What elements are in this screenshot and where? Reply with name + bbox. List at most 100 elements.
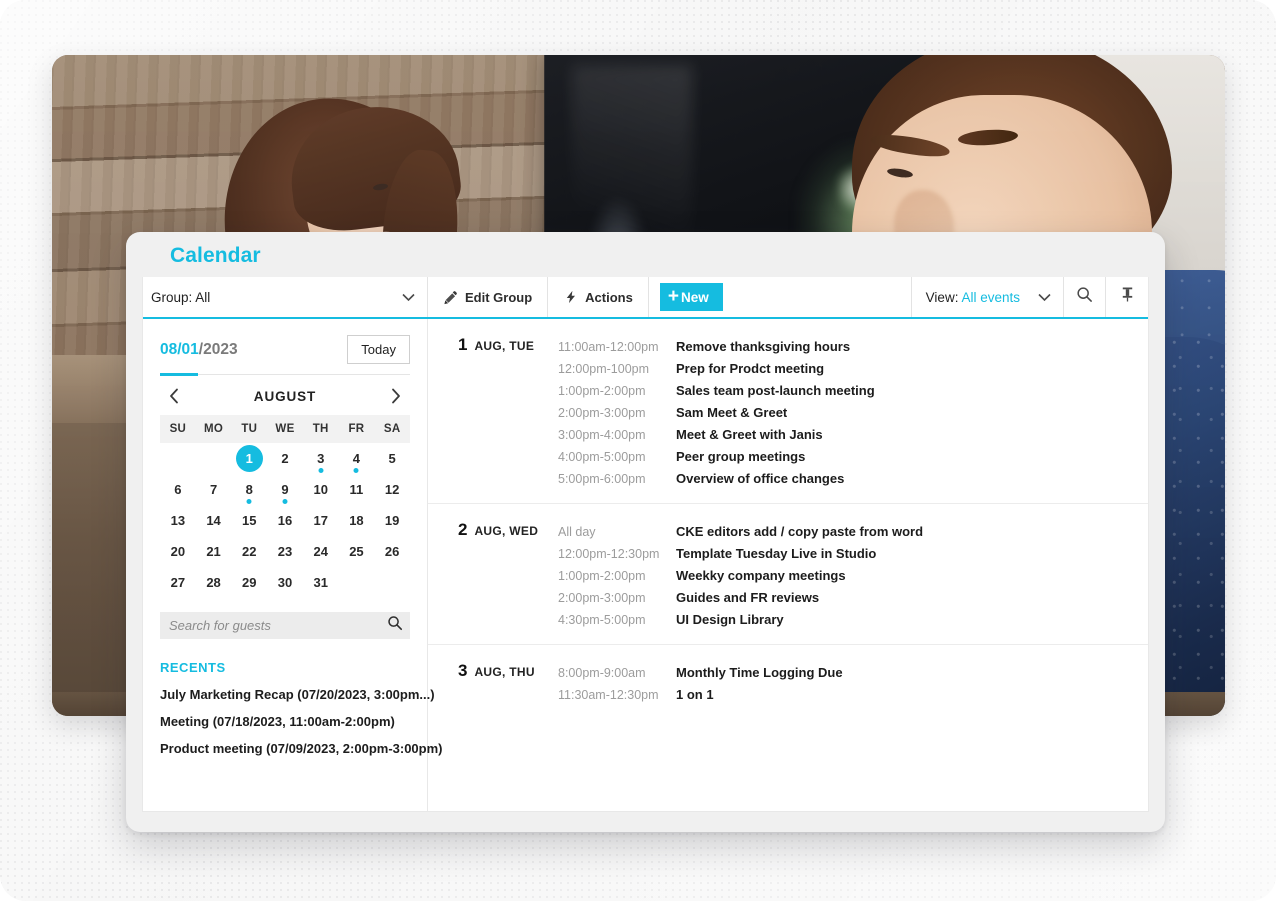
calendar-day-15[interactable]: 15 bbox=[231, 505, 267, 536]
calendar-day-number: 31 bbox=[313, 575, 328, 590]
calendar-day-7[interactable]: 7 bbox=[196, 474, 232, 505]
calendar-day-number: 16 bbox=[277, 513, 293, 528]
calendar-day-23[interactable]: 23 bbox=[267, 536, 303, 567]
event-row[interactable]: All day CKE editors add / copy paste from… bbox=[558, 520, 1148, 542]
toolbar-search-button[interactable] bbox=[1064, 277, 1106, 317]
actions-label: Actions bbox=[585, 289, 633, 305]
group-filter-dropdown[interactable]: Group: All bbox=[143, 277, 428, 317]
today-button[interactable]: Today bbox=[347, 335, 410, 364]
calendar-day-16[interactable]: 16 bbox=[267, 505, 303, 536]
calendar-day-3[interactable]: 3 bbox=[303, 443, 339, 474]
mini-calendar-month: AUGUST bbox=[253, 388, 317, 404]
app-body: Group: All Edit Group Actions + New View… bbox=[142, 277, 1149, 812]
calendar-day-number: 27 bbox=[170, 575, 186, 590]
event-row[interactable]: 12:00pm-100pm Prep for Prodct meeting bbox=[558, 357, 1148, 379]
calendar-day-24[interactable]: 24 bbox=[303, 536, 339, 567]
calendar-day-number: 23 bbox=[277, 544, 293, 559]
chevron-left-icon[interactable] bbox=[166, 388, 182, 404]
day-label: 1 AUG, TUE bbox=[428, 335, 558, 489]
event-title: 1 on 1 bbox=[676, 686, 714, 702]
event-row[interactable]: 8:00pm-9:00am Monthly Time Logging Due bbox=[558, 661, 1148, 683]
calendar-day-22[interactable]: 22 bbox=[231, 536, 267, 567]
calendar-day-number: 18 bbox=[349, 513, 364, 528]
calendar-day-19[interactable]: 19 bbox=[374, 505, 410, 536]
selected-date-row: 08/01/2023 Today bbox=[160, 319, 410, 376]
day-number: 3 bbox=[458, 661, 468, 680]
event-row[interactable]: 12:00pm-12:30pm Template Tuesday Live in … bbox=[558, 542, 1148, 564]
event-title: Prep for Prodct meeting bbox=[676, 360, 825, 376]
event-time: 2:00pm-3:00pm bbox=[558, 405, 646, 420]
sidebar: 08/01/2023 Today AUGUST SU MO TU WE TH FR bbox=[143, 319, 443, 811]
event-row[interactable]: 1:00pm-2:00pm Sales team post-launch meet… bbox=[558, 379, 1148, 401]
calendar-day-27[interactable]: 27 bbox=[160, 567, 196, 598]
calendar-day-26[interactable]: 26 bbox=[374, 536, 410, 567]
day-label: 3 AUG, THU bbox=[428, 661, 558, 705]
event-title: Template Tuesday Live in Studio bbox=[676, 545, 877, 561]
guest-search-box[interactable] bbox=[160, 612, 410, 639]
calendar-day-17[interactable]: 17 bbox=[303, 505, 339, 536]
event-row[interactable]: 2:00pm-3:00pm Sam Meet & Greet bbox=[558, 401, 1148, 423]
event-row[interactable]: 4:30pm-5:00pm UI Design Library bbox=[558, 608, 1148, 630]
calendar-day-10[interactable]: 10 bbox=[303, 474, 339, 505]
calendar-day-8[interactable]: 8 bbox=[231, 474, 267, 505]
guest-search-input[interactable] bbox=[169, 618, 387, 633]
event-indicator-dot bbox=[282, 499, 288, 504]
calendar-day-30[interactable]: 30 bbox=[267, 567, 303, 598]
event-row[interactable]: 11:00am-12:00pm Remove thanksgiving hours bbox=[558, 335, 1148, 357]
calendar-day-1[interactable]: 1 bbox=[231, 443, 267, 474]
mini-calendar-weekday-row: SU MO TU WE TH FR SA bbox=[160, 415, 410, 443]
recent-item[interactable]: July Marketing Recap (07/20/2023, 3:00pm… bbox=[160, 687, 435, 702]
event-time: 4:00pm-5:00pm bbox=[558, 449, 646, 464]
calendar-day-5[interactable]: 5 bbox=[374, 443, 410, 474]
event-title: Remove thanksgiving hours bbox=[676, 338, 851, 354]
calendar-day-number: 10 bbox=[313, 482, 328, 497]
weekday-header-th: TH bbox=[302, 415, 339, 443]
calendar-day-number: 21 bbox=[206, 544, 221, 559]
event-time: 5:00pm-6:00pm bbox=[558, 471, 646, 486]
pin-view-button[interactable] bbox=[1106, 277, 1148, 317]
event-indicator-dot bbox=[246, 499, 252, 504]
event-row[interactable]: 5:00pm-6:00pm Overview of office changes bbox=[558, 467, 1148, 489]
calendar-day-2[interactable]: 2 bbox=[267, 443, 303, 474]
event-title: CKE editors add / copy paste from word bbox=[676, 523, 924, 539]
recent-item[interactable]: Product meeting (07/09/2023, 2:00pm-3:00… bbox=[160, 741, 443, 756]
calendar-day-9[interactable]: 9 bbox=[267, 474, 303, 505]
selected-date: 08/01/2023 bbox=[160, 341, 238, 359]
calendar-day-11[interactable]: 11 bbox=[339, 474, 375, 505]
calendar-day-6[interactable]: 6 bbox=[160, 474, 196, 505]
recent-item[interactable]: Meeting (07/18/2023, 11:00am-2:00pm) bbox=[160, 714, 410, 729]
calendar-day-number: 7 bbox=[209, 482, 218, 497]
event-title: Overview of office changes bbox=[676, 470, 845, 486]
calendar-day-12[interactable]: 12 bbox=[374, 474, 410, 505]
weekday-header-mo: MO bbox=[195, 415, 232, 443]
page-title: Calendar bbox=[170, 244, 261, 267]
calendar-day-number: 12 bbox=[384, 482, 400, 497]
day-events: 8:00pm-9:00am Monthly Time Logging Due 11:… bbox=[558, 661, 1148, 705]
calendar-day-21[interactable]: 21 bbox=[196, 536, 232, 567]
calendar-day-18[interactable]: 18 bbox=[339, 505, 375, 536]
calendar-day-25[interactable]: 25 bbox=[339, 536, 375, 567]
day-number: 1 bbox=[458, 335, 468, 354]
edit-group-button[interactable]: Edit Group bbox=[428, 277, 549, 317]
new-event-button[interactable]: + New bbox=[659, 283, 723, 311]
chevron-right-icon[interactable] bbox=[388, 388, 404, 404]
calendar-day-31[interactable]: 31 bbox=[303, 567, 339, 598]
view-filter-dropdown[interactable]: View: All events bbox=[912, 277, 1064, 317]
calendar-day-28[interactable]: 28 bbox=[196, 567, 232, 598]
actions-button[interactable]: Actions bbox=[548, 277, 649, 317]
calendar-day-20[interactable]: 20 bbox=[160, 536, 196, 567]
event-title: Sam Meet & Greet bbox=[676, 404, 788, 420]
calendar-day-number: 22 bbox=[242, 544, 257, 559]
event-time: 1:00pm-2:00pm bbox=[558, 383, 646, 398]
calendar-day-13[interactable]: 13 bbox=[160, 505, 196, 536]
event-row[interactable]: 11:30am-12:30pm 1 on 1 bbox=[558, 683, 1148, 705]
event-row[interactable]: 3:00pm-4:00pm Meet & Greet with Janis bbox=[558, 423, 1148, 445]
event-row[interactable]: 1:00pm-2:00pm Weekky company meetings bbox=[558, 564, 1148, 586]
event-row[interactable]: 4:00pm-5:00pm Peer group meetings bbox=[558, 445, 1148, 467]
calendar-day-4[interactable]: 4 bbox=[339, 443, 375, 474]
search-icon[interactable] bbox=[387, 615, 403, 636]
calendar-day-29[interactable]: 29 bbox=[231, 567, 267, 598]
calendar-day-14[interactable]: 14 bbox=[196, 505, 232, 536]
day-weekday: AUG, TUE bbox=[474, 339, 535, 353]
event-row[interactable]: 2:00pm-3:00pm Guides and FR reviews bbox=[558, 586, 1148, 608]
